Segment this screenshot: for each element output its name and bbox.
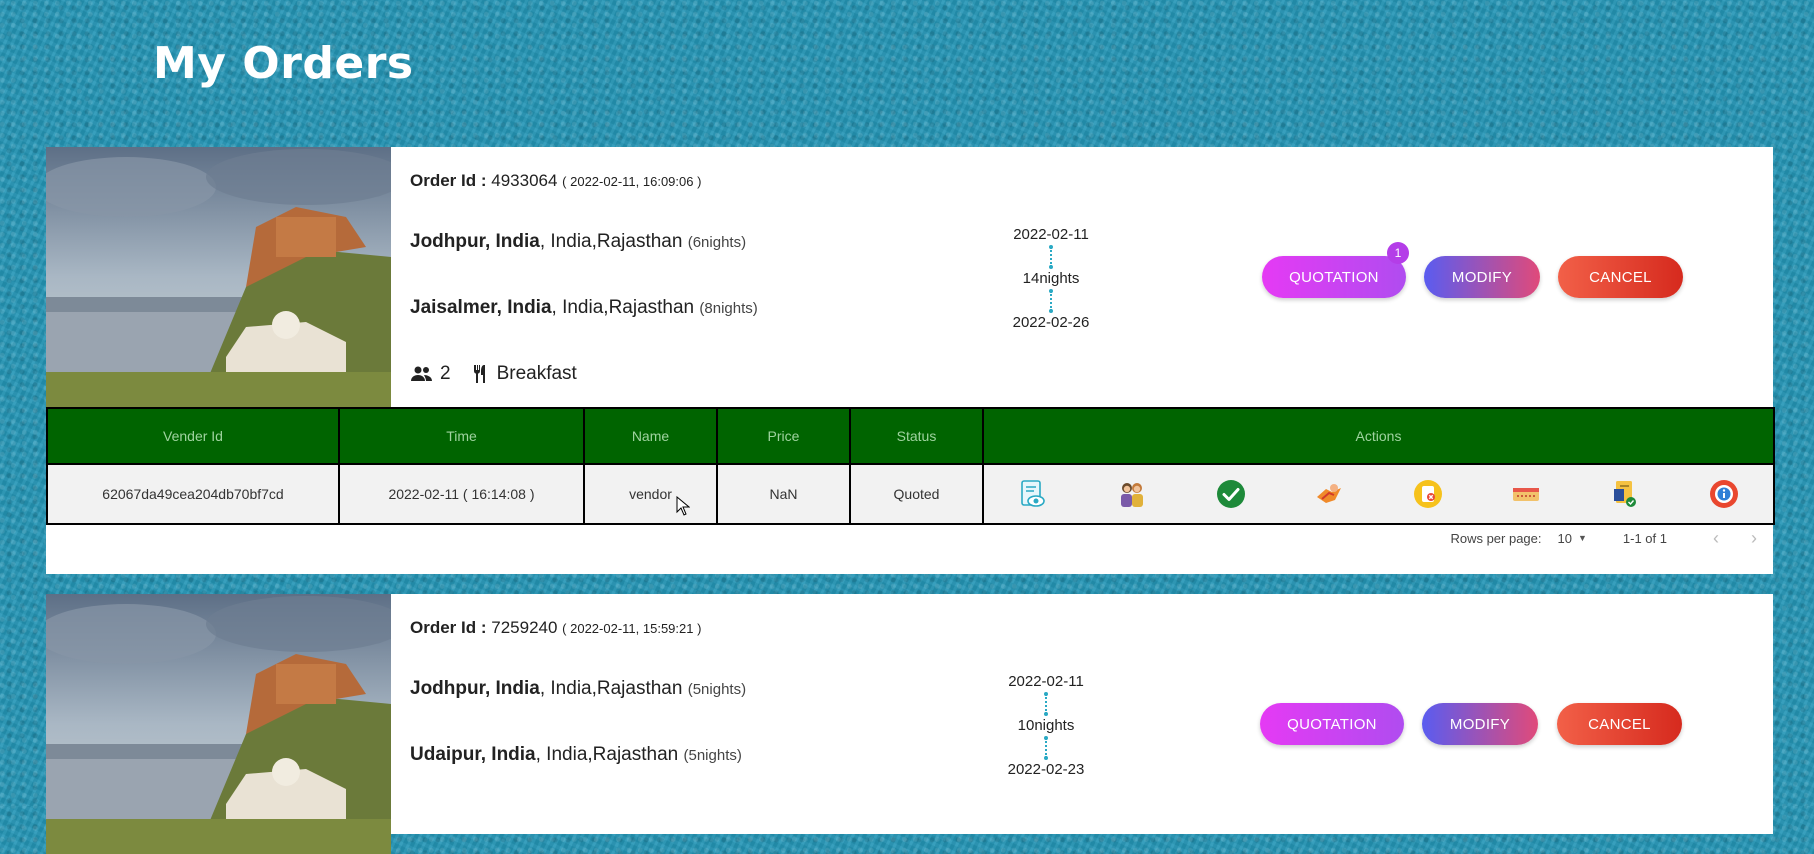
date-connector (1049, 245, 1053, 269)
caret-down-icon: ▼ (1577, 533, 1587, 543)
page-title: My Orders (153, 38, 414, 89)
negotiate-icon[interactable] (1314, 479, 1344, 509)
order-card: Order Id : 7259240 ( 2022-02-11, 15:59:2… (46, 594, 1773, 854)
actions-cell (982, 463, 1775, 525)
trip-dates: 2022-02-11 10nights 2022-02-23 (986, 670, 1106, 782)
column-header-name[interactable]: Name (583, 407, 718, 465)
info-icon[interactable] (1709, 479, 1739, 509)
column-header-time[interactable]: Time (338, 407, 585, 465)
document-icon[interactable] (1610, 479, 1640, 509)
column-header-actions: Actions (982, 407, 1775, 465)
cancel-button[interactable]: CANCEL (1557, 703, 1682, 745)
order-card: Order Id : 4933064 ( 2022-02-11, 16:09:0… (46, 147, 1775, 574)
destination-image (46, 594, 391, 854)
cutlery-icon (471, 364, 491, 384)
name-cell: vendor (583, 463, 718, 525)
rows-per-page-select[interactable]: 10 ▼ (1558, 531, 1587, 546)
order-id: Order Id : 4933064 ( 2022-02-11, 16:09:0… (410, 171, 702, 190)
date-connector (1044, 736, 1048, 760)
order-meta: 2 Breakfast (410, 363, 577, 385)
destination-2: Jaisalmer, India, India,Rajasthan (8nigh… (410, 297, 758, 318)
order-summary: Order Id : 4933064 ( 2022-02-11, 16:09:0… (46, 147, 1773, 407)
modify-button[interactable]: MODIFY (1424, 256, 1540, 298)
cancel-button[interactable]: CANCEL (1558, 256, 1683, 298)
time-cell: 2022-02-11 ( 16:14:08 ) (338, 463, 585, 525)
start-date: 2022-02-11 (1008, 673, 1084, 690)
mouse-pointer-icon (676, 495, 691, 521)
column-header-vender-id[interactable]: Vender Id (46, 407, 340, 465)
destination-image (46, 147, 391, 407)
destination-1: Jodhpur, India, India,Rajasthan (5nights… (410, 678, 747, 699)
trip-dates: 2022-02-11 14nights 2022-02-26 (991, 223, 1111, 335)
table-row: 62067da49cea204db70bf7cd 2022-02-11 ( 16… (46, 463, 1775, 525)
vendor-quotes-table: Vender Id Time Name Price Status Actions… (46, 407, 1775, 525)
trip-duration: 10nights (1017, 717, 1075, 734)
next-page-icon[interactable]: › (1735, 528, 1773, 549)
chat-icon[interactable] (1117, 479, 1147, 509)
quotation-button[interactable]: QUOTATION (1262, 256, 1406, 298)
status-cell: Quoted (849, 463, 984, 525)
date-connector (1049, 289, 1053, 313)
pagination-range: 1-1 of 1 (1622, 530, 1667, 546)
table-header-row: Vender Id Time Name Price Status Actions (46, 407, 1775, 465)
view-quote-icon[interactable] (1018, 479, 1048, 509)
vender-id-cell: 62067da49cea204db70bf7cd (46, 463, 340, 525)
table-pagination: Rows per page: 10 ▼ 1-1 of 1 ‹ › (1450, 523, 1773, 553)
modify-button[interactable]: MODIFY (1422, 703, 1538, 745)
date-connector (1044, 692, 1048, 716)
price-cell: NaN (716, 463, 851, 525)
end-date: 2022-02-26 (1012, 314, 1090, 331)
quotation-button[interactable]: QUOTATION (1260, 703, 1404, 745)
reject-icon[interactable] (1413, 479, 1443, 509)
people-icon (410, 365, 434, 383)
trip-duration: 14nights (1022, 270, 1080, 287)
quotation-count-badge: 1 (1387, 242, 1409, 264)
ticket-icon[interactable] (1511, 479, 1541, 509)
accept-icon[interactable] (1216, 479, 1246, 509)
guest-count: 2 (440, 363, 451, 384)
start-date: 2022-02-11 (1013, 226, 1089, 243)
meal-plan: Breakfast (496, 363, 577, 384)
rows-per-page-label: Rows per page: (1450, 530, 1542, 546)
destination-2: Udaipur, India, India,Rajasthan (5nights… (410, 744, 742, 765)
end-date: 2022-02-23 (1007, 761, 1085, 778)
column-header-price[interactable]: Price (716, 407, 851, 465)
destination-1: Jodhpur, India, India,Rajasthan (6nights… (410, 231, 747, 252)
order-id: Order Id : 7259240 ( 2022-02-11, 15:59:2… (410, 618, 702, 637)
previous-page-icon[interactable]: ‹ (1697, 528, 1735, 549)
column-header-status[interactable]: Status (849, 407, 984, 465)
order-summary: Order Id : 7259240 ( 2022-02-11, 15:59:2… (46, 594, 1773, 854)
